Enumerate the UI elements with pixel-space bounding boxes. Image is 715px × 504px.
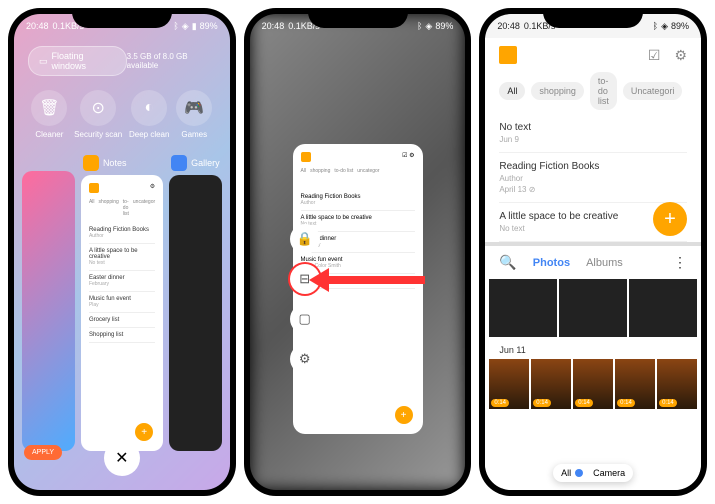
thumb[interactable] <box>559 279 627 337</box>
notes-icon <box>89 183 99 193</box>
bluetooth-icon: ᛒ <box>653 21 658 31</box>
cleaner-tool[interactable]: 🗑Cleaner <box>31 90 67 139</box>
tab-todo[interactable]: to-do list <box>590 72 617 110</box>
notch <box>543 8 643 28</box>
dot-icon <box>575 469 583 477</box>
add-note-fab[interactable]: + <box>653 202 687 236</box>
notch <box>308 8 408 28</box>
gallery-tabs: 🔍 Photos Albums ⋮ <box>485 246 701 279</box>
tab-albums[interactable]: Albums <box>586 257 623 269</box>
floating-windows-button[interactable]: ▭Floating windows <box>28 46 127 76</box>
battery: 89% <box>200 21 218 31</box>
arrow-annotation <box>325 276 425 284</box>
menu-icon[interactable]: ⋮ <box>673 254 687 271</box>
security-tool[interactable]: ⊙Security scan <box>74 90 122 139</box>
wifi-icon: ◈ <box>661 21 668 32</box>
bluetooth-icon: ᛒ <box>173 21 178 31</box>
gallery-filter: All Camera <box>553 464 633 482</box>
filter-camera[interactable]: Camera <box>593 468 625 478</box>
shield-icon: ⊙ <box>80 90 116 126</box>
storage-text: 3.5 GB of 8.0 GB available <box>127 52 216 70</box>
gallery-app-icon <box>171 155 187 171</box>
lock-button[interactable]: 🔒 <box>290 224 320 254</box>
phone-3: 20:480.1KB/s ᛒ◈89% ☑⚙ All shopping to-do… <box>479 8 707 496</box>
app-card-gallery[interactable]: Gallery <box>169 151 222 451</box>
floating-button[interactable]: ▢ <box>290 304 320 334</box>
thumbs-row-2: 0:14 0:14 0:14 0:14 0:14 <box>485 359 701 409</box>
settings-button[interactable]: ⚙ <box>290 344 320 374</box>
thumb[interactable]: 0:14 <box>657 359 697 409</box>
deepclean-tool[interactable]: ◐Deep clean <box>129 90 169 139</box>
notes-pane: ☑ ⚙ All shopping to-do list Uncategori <box>485 38 701 114</box>
phone-1: 20:480.1KB/s ᛒ◈▮89% ▭Floating windows 3.… <box>8 8 236 496</box>
gear-icon[interactable]: ⚙ <box>674 47 687 64</box>
wifi-icon: ◈ <box>425 21 432 32</box>
thumb[interactable] <box>629 279 697 337</box>
thumb[interactable]: 0:14 <box>531 359 571 409</box>
thumb[interactable]: 0:14 <box>489 359 529 409</box>
games-tool[interactable]: 🎮Games <box>176 90 212 139</box>
thumb[interactable]: 0:14 <box>615 359 655 409</box>
checkbox-icon[interactable]: ☑ <box>648 47 661 64</box>
tools-row: 🗑Cleaner ⊙Security scan ◐Deep clean 🎮Gam… <box>14 84 230 151</box>
trash-icon: 🗑 <box>31 90 67 126</box>
signal-icon: ▮ <box>192 21 197 32</box>
tab-uncategorized[interactable]: Uncategori <box>623 82 683 100</box>
gear-icon: ⚙ <box>150 183 155 193</box>
close-all-button[interactable]: ✕ <box>104 440 140 476</box>
fab-icon: + <box>395 406 413 424</box>
thumb[interactable]: 0:14 <box>573 359 613 409</box>
tab-shopping[interactable]: shopping <box>531 82 584 100</box>
notes-app-icon <box>499 46 517 64</box>
floating-icon: ▭ <box>39 56 48 67</box>
notes-icon <box>301 152 311 162</box>
bluetooth-icon: ᛒ <box>417 21 422 31</box>
filter-all[interactable]: All <box>561 468 583 478</box>
fab-icon: + <box>135 423 153 441</box>
notes-app-icon <box>83 155 99 171</box>
app-cards: Notes ⚙ Allshoppingto-do listuncategor R… <box>14 151 230 451</box>
category-tabs: All shopping to-do list Uncategori <box>499 72 687 110</box>
thumb[interactable] <box>489 279 557 337</box>
note-item[interactable]: Reading Fiction BooksAuthorApril 13 ⊘ <box>499 153 687 203</box>
gamepad-icon: 🎮 <box>176 90 212 126</box>
gallery-pane: 🔍 Photos Albums ⋮ Jun 11 0:14 0:14 0:14 … <box>485 246 701 490</box>
split-screen: 20:480.1KB/s ᛒ◈89% ☑⚙ All shopping to-do… <box>485 14 701 490</box>
tab-photos[interactable]: Photos <box>533 257 570 269</box>
apply-button[interactable]: APPLY <box>24 445 62 460</box>
app-card-notes[interactable]: Notes ⚙ Allshoppingto-do listuncategor R… <box>81 151 163 451</box>
broom-icon: ◐ <box>131 90 167 126</box>
search-icon[interactable]: 🔍 <box>499 254 516 271</box>
date-header: Jun 11 <box>485 341 701 359</box>
note-item[interactable]: No textJun 9 <box>499 114 687 153</box>
longpress-screen: 20:480.1KB/s ᛒ◈89% 🔒 ⊟ ▢ ⚙ ☑ ⚙ Allshoppi… <box>250 14 466 490</box>
side-actions: 🔒 ⊟ ▢ ⚙ <box>290 224 320 374</box>
recents-header: ▭Floating windows 3.5 GB of 8.0 GB avail… <box>14 38 230 84</box>
time: 20:48 <box>26 21 49 31</box>
phone-2: 20:480.1KB/s ᛒ◈89% 🔒 ⊟ ▢ ⚙ ☑ ⚙ Allshoppi… <box>244 8 472 496</box>
app-card-peek[interactable] <box>22 151 75 451</box>
tab-all[interactable]: All <box>499 82 525 100</box>
thumbs-row <box>485 279 701 337</box>
notch <box>72 8 172 28</box>
recents-screen: 20:480.1KB/s ᛒ◈▮89% ▭Floating windows 3.… <box>14 14 230 490</box>
wifi-icon: ◈ <box>182 21 189 32</box>
